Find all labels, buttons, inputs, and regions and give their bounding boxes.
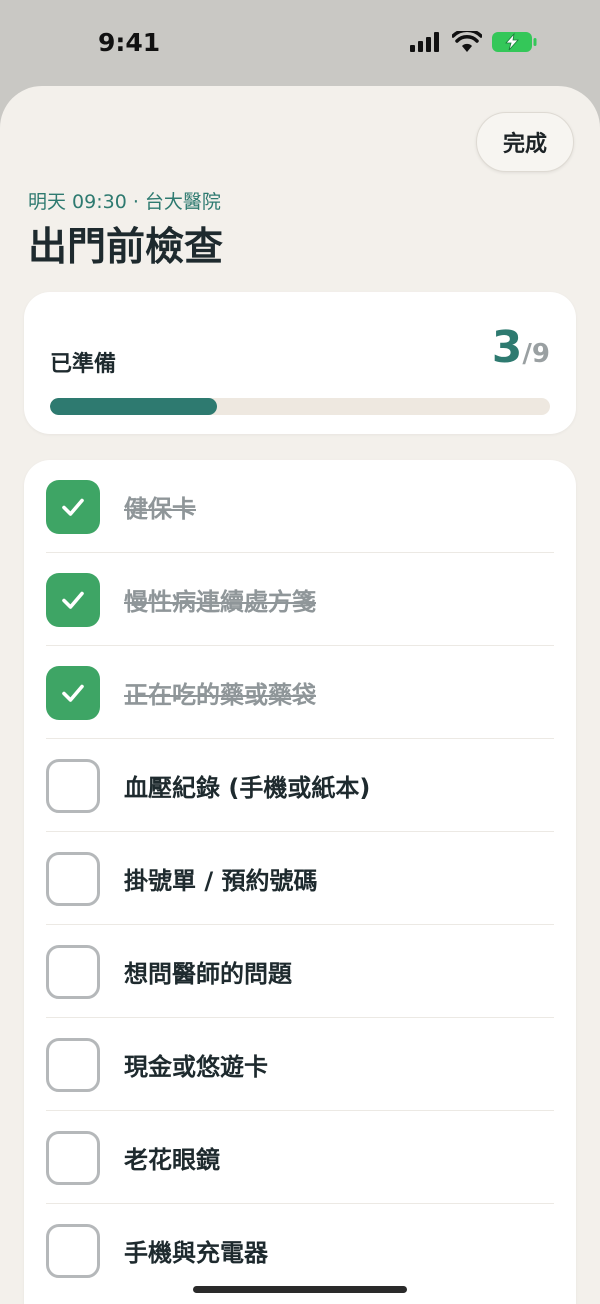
checkbox-unchecked[interactable] — [46, 944, 100, 999]
status-time: 9:41 — [98, 28, 161, 57]
checklist-item-label: 老花眼鏡 — [124, 1146, 220, 1174]
progress-done: 3 — [491, 322, 523, 373]
progress-label: 已準備 — [50, 352, 117, 377]
checkbox-unchecked[interactable] — [46, 851, 100, 906]
checklist-item[interactable]: 慢性病連續處方箋 — [24, 553, 576, 646]
checklist-item[interactable]: 健保卡 — [24, 460, 576, 553]
checklist: 健保卡慢性病連續處方箋 正在吃的藥或藥袋血壓紀錄 (手機或紙本) 掛號單 / 預約號… — [24, 460, 576, 1304]
checkmark-icon — [62, 684, 84, 702]
status-bar: 9:41 — [0, 0, 600, 86]
checkbox-unchecked[interactable] — [46, 1130, 100, 1185]
checklist-item-label: 健保卡 — [124, 495, 196, 523]
checkbox-checked[interactable] — [46, 479, 100, 534]
wifi-icon — [452, 31, 482, 52]
progress-track — [50, 398, 550, 415]
page-title: 出門前檢查 — [28, 225, 224, 270]
checkbox-unchecked[interactable] — [46, 758, 100, 813]
progress-card: 已準備 3/9 — [24, 292, 576, 434]
progress-fill — [50, 398, 217, 415]
checkmark-icon — [62, 498, 84, 516]
checklist-item[interactable]: 手機與充電器 — [24, 1204, 576, 1297]
status-icons — [410, 31, 538, 53]
done-button[interactable]: 完成 — [476, 112, 574, 172]
checklist-item-label: 現金或悠遊卡 — [124, 1053, 268, 1081]
checklist-item[interactable]: 現金或悠遊卡 — [24, 1018, 576, 1111]
checklist-item[interactable]: 血壓紀錄 (手機或紙本) — [24, 739, 576, 832]
checkbox-checked[interactable] — [46, 665, 100, 720]
home-indicator[interactable] — [193, 1286, 407, 1293]
checkmark-icon — [62, 591, 84, 609]
checklist-item-label: 慢性病連續處方箋 — [124, 588, 316, 616]
appointment-subtitle: 明天 09:30 · 台大醫院 — [28, 191, 221, 213]
checklist-item[interactable]: 老花眼鏡 — [24, 1111, 576, 1204]
checklist-sheet: 完成 明天 09:30 · 台大醫院 出門前檢查 已準備 3/9 健保卡慢性病連… — [0, 86, 600, 1304]
signal-icon — [410, 32, 439, 52]
checkbox-checked[interactable] — [46, 572, 100, 627]
checklist-item-label: 想問醫師的問題 — [124, 960, 292, 988]
checklist-item-label: 掛號單 / 預約號碼 — [124, 867, 318, 895]
progress-total: /9 — [522, 339, 550, 369]
checkbox-unchecked[interactable] — [46, 1223, 100, 1278]
checklist-item-label: 正在吃的藥或藥袋 — [124, 681, 316, 709]
checklist-item[interactable]: 掛號單 / 預約號碼 — [24, 832, 576, 925]
progress-count: 3/9 — [492, 322, 550, 373]
checklist-item[interactable]: 想問醫師的問題 — [24, 925, 576, 1018]
checklist-item-label: 血壓紀錄 (手機或紙本) — [124, 774, 371, 802]
battery-charging-icon — [492, 32, 537, 52]
checklist-item-label: 手機與充電器 — [124, 1239, 268, 1267]
checkbox-unchecked[interactable] — [46, 1037, 100, 1092]
checklist-item[interactable]: 正在吃的藥或藥袋 — [24, 646, 576, 739]
